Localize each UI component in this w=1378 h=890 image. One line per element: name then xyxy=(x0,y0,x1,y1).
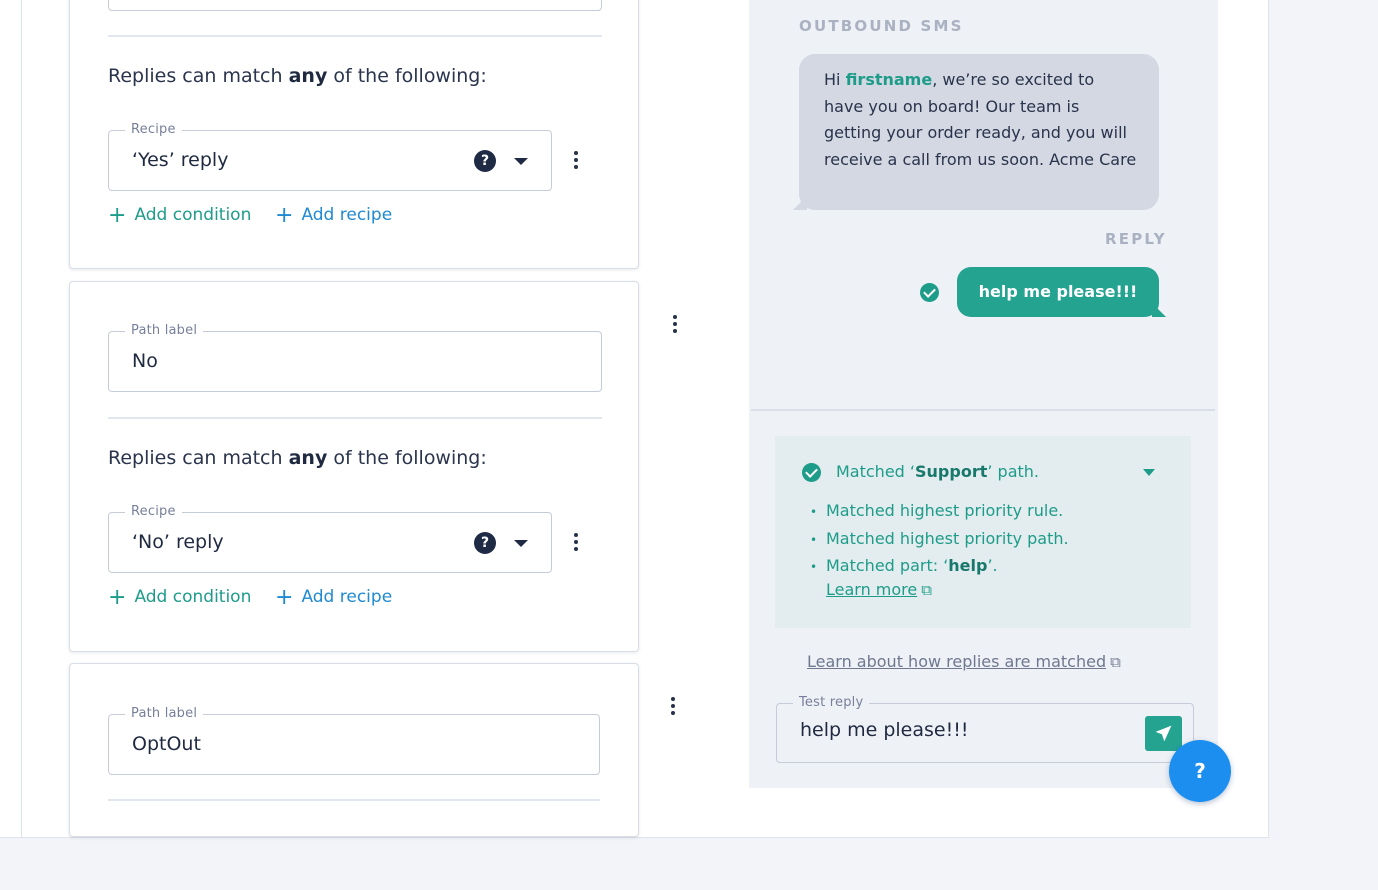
recipe-select-no[interactable]: Recipe ‘No’ reply ? xyxy=(108,504,552,573)
reply-bubble: help me please!!! xyxy=(957,267,1159,317)
plus-icon: + xyxy=(275,203,294,228)
left-divider xyxy=(21,0,22,838)
recipe-legend: Recipe xyxy=(125,122,182,137)
add-recipe-button[interactable]: + Add recipe xyxy=(275,203,392,228)
send-button[interactable] xyxy=(1145,716,1182,751)
recipe-value: ‘Yes’ reply xyxy=(132,149,229,171)
path-card-yes: Replies can match any of the following: … xyxy=(69,0,639,269)
match-details-list: • Matched highest priority rule. • Matched… xyxy=(810,498,1069,581)
path-label-field-yes[interactable] xyxy=(108,0,602,11)
test-reply-field: Test reply xyxy=(776,695,1194,763)
path-more-menu-icon[interactable] xyxy=(670,697,676,717)
help-icon[interactable]: ? xyxy=(474,532,496,554)
check-circle-icon xyxy=(920,283,939,302)
path-card-optout: Path label OptOut xyxy=(69,663,639,837)
external-link-icon: ⧉ xyxy=(1110,653,1121,671)
chevron-down-icon[interactable] xyxy=(1143,469,1155,476)
outbound-sms-label: OUTBOUND SMS xyxy=(799,17,964,35)
firstname-variable: firstname xyxy=(845,70,933,89)
help-fab-button[interactable]: ? xyxy=(1169,740,1231,802)
path-label-field-optout[interactable]: Path label OptOut xyxy=(108,706,600,775)
plus-icon: + xyxy=(108,203,127,228)
plus-icon: + xyxy=(108,585,127,610)
recipe-more-menu-icon[interactable] xyxy=(573,533,579,553)
path-label-field-no[interactable]: Path label No xyxy=(108,323,602,392)
match-any-text: Replies can match any of the following: xyxy=(108,65,487,87)
divider xyxy=(108,417,602,419)
recipe-select-yes[interactable]: Recipe ‘Yes’ reply ? xyxy=(108,122,552,191)
test-reply-legend: Test reply xyxy=(793,695,870,710)
path-more-menu-icon[interactable] xyxy=(672,315,678,335)
path-label-legend: Path label xyxy=(125,323,204,338)
list-item: • Matched highest priority path. xyxy=(810,528,1069,548)
add-condition-button[interactable]: + Add condition xyxy=(108,203,251,228)
match-any-text: Replies can match any of the following: xyxy=(108,447,487,469)
recipe-value: ‘No’ reply xyxy=(132,531,224,553)
learn-more-link[interactable]: Learn more ⧉ xyxy=(826,580,932,599)
path-label-value: No xyxy=(132,350,158,372)
list-item: • Matched part: ‘help’. xyxy=(810,556,998,576)
divider xyxy=(108,35,602,37)
add-condition-button[interactable]: + Add condition xyxy=(108,585,251,610)
plus-icon: + xyxy=(275,585,294,610)
path-label-value: OptOut xyxy=(132,733,201,755)
reply-label: REPLY xyxy=(1105,230,1167,248)
recipe-legend: Recipe xyxy=(125,504,182,519)
chevron-down-icon[interactable] xyxy=(514,540,528,547)
chevron-down-icon[interactable] xyxy=(514,158,528,165)
bubble-tail xyxy=(1152,303,1166,317)
preview-divider xyxy=(751,409,1215,411)
send-icon xyxy=(1155,725,1172,742)
bubble-tail xyxy=(793,196,807,210)
path-card-no: Path label No Replies can match any of t… xyxy=(69,281,639,652)
test-reply-input[interactable] xyxy=(800,719,1130,741)
check-circle-icon xyxy=(802,463,821,482)
list-item: • Matched highest priority rule. xyxy=(810,501,1064,520)
outbound-sms-bubble: Hi firstname, we’re so excited to have y… xyxy=(799,54,1159,210)
learn-how-replies-link[interactable]: Learn about how replies are matched ⧉ xyxy=(807,652,1121,671)
help-icon[interactable]: ? xyxy=(474,150,496,172)
path-label-legend: Path label xyxy=(125,706,204,721)
recipe-more-menu-icon[interactable] xyxy=(573,151,579,171)
match-result-title: Matched ‘Support’ path. xyxy=(836,462,1039,481)
external-link-icon: ⧉ xyxy=(921,581,932,599)
add-recipe-button[interactable]: + Add recipe xyxy=(275,585,392,610)
divider xyxy=(108,799,600,801)
